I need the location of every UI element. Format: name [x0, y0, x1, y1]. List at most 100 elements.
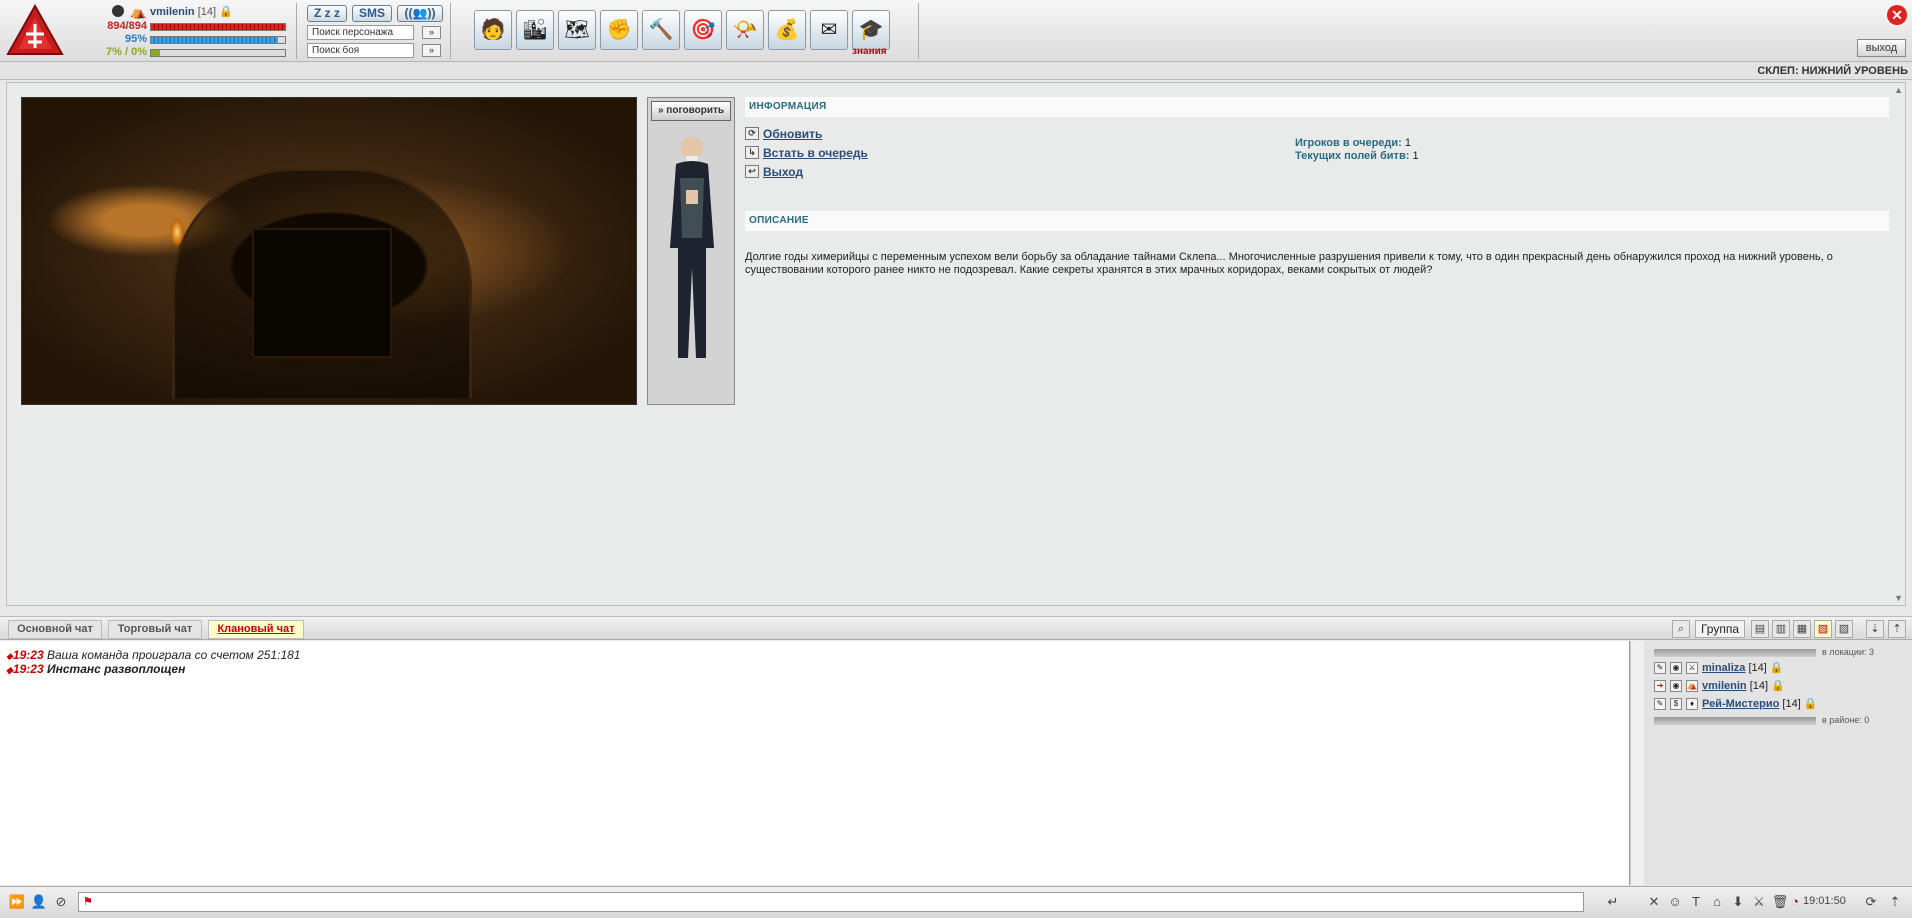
exit-icon: ↩	[745, 165, 759, 178]
clear-icon[interactable]: ✕	[1645, 893, 1663, 911]
knowledge-icon[interactable]: 🎓	[852, 10, 890, 50]
main-panel: » поговорить ИНФОРМАЦИЯ ⟳ Обновить ↳ Встат…	[6, 82, 1906, 606]
swords-icon[interactable]: ⚔	[1750, 893, 1768, 911]
target-icon[interactable]: 🎯	[684, 10, 722, 50]
search-player-go-button[interactable]: »	[422, 26, 441, 39]
user-level: [14]	[197, 6, 217, 18]
hp-bar	[150, 23, 286, 31]
refresh-link[interactable]: ⟳ Обновить	[745, 127, 822, 141]
scroll-down-icon[interactable]: ▼	[1894, 593, 1903, 603]
lock-icon[interactable]: ⌂	[1708, 893, 1726, 911]
private-msg-icon[interactable]: ✎	[1654, 662, 1666, 675]
race-icon: ♦	[1686, 698, 1698, 711]
player-level: [14]	[1749, 680, 1769, 692]
torch-icon	[170, 218, 184, 246]
mana-bar	[150, 36, 286, 44]
queue-label: Игроков в очереди:	[1295, 137, 1402, 149]
tab-trade-chat[interactable]: Торговый чат	[108, 620, 202, 639]
search-icon[interactable]: ⌕	[1672, 620, 1690, 638]
player-name[interactable]: Рей-Мистерио	[1702, 698, 1779, 710]
game-logo-icon[interactable]	[6, 4, 64, 58]
search-fight-go-button[interactable]: »	[422, 44, 441, 57]
horn-icon[interactable]: 📯	[726, 10, 764, 50]
chat-text: Ваша команда проиграла со счетом 251:181	[46, 648, 301, 662]
chat-scrollbar[interactable]	[1630, 641, 1644, 885]
smiley-icon[interactable]: ☺	[1666, 893, 1684, 911]
private-msg-icon[interactable]: ✎	[1654, 698, 1666, 711]
race-icon: ⚔	[1686, 662, 1698, 675]
block-icon[interactable]: ⊘	[52, 893, 70, 911]
crypt-door	[252, 228, 392, 358]
exit-button[interactable]: выход	[1857, 39, 1906, 57]
npc-panel: » поговорить	[647, 97, 735, 405]
translit-icon[interactable]: T	[1687, 893, 1705, 911]
description-header: ОПИСАНИЕ	[745, 211, 1889, 231]
status-icon: ◉	[1670, 662, 1682, 675]
top-bar: ⛺ vmilenin [14] 🔒 894/894 95% 7% / 0% Z …	[0, 0, 1912, 62]
filter-icon[interactable]: ▥	[1772, 620, 1790, 638]
chat-input[interactable]: ⚑	[78, 892, 1584, 912]
save-icon[interactable]: ⬇	[1729, 893, 1747, 911]
player-name[interactable]: vmilenin	[1702, 680, 1747, 692]
close-icon[interactable]: ✕	[1887, 5, 1907, 25]
exp-label: 7% / 0%	[106, 46, 147, 58]
crafting-icon[interactable]: 🔨	[642, 10, 680, 50]
sms-button[interactable]: SMS	[352, 5, 392, 22]
refresh-icon: ⟳	[745, 127, 759, 140]
knowledge-label: знания	[852, 46, 887, 57]
money-icon[interactable]: 💰	[768, 10, 806, 50]
exit-label[interactable]: Выход	[763, 165, 803, 179]
divider	[296, 3, 297, 59]
filter-icon[interactable]: ▤	[1751, 620, 1769, 638]
scroll-up-icon[interactable]: ▲	[1894, 85, 1903, 95]
character-icon[interactable]: 🧑	[474, 10, 512, 50]
join-queue-link[interactable]: ↳ Встать в очередь	[745, 146, 868, 160]
filter-icon[interactable]: ▧	[1814, 620, 1832, 638]
app-window: ⛺ vmilenin [14] 🔒 894/894 95% 7% / 0% Z …	[0, 0, 1912, 918]
user-info: vmilenin [14] 🔒	[150, 5, 233, 18]
queue-value: 1	[1404, 137, 1412, 149]
player-list: в локации: 3 ✎ ◉ ⚔ minaliza [14] 🔒 ➔ ◉ ⛺ vmile…	[1644, 641, 1912, 885]
user-icon[interactable]: 👤	[30, 893, 48, 911]
tab-clan-chat[interactable]: Клановый чат	[208, 620, 304, 639]
mail-icon[interactable]: ✉	[810, 10, 848, 50]
scroll-up-icon[interactable]: ⇡	[1886, 893, 1904, 911]
divider	[918, 3, 919, 59]
tab-main-chat[interactable]: Основной чат	[8, 620, 102, 639]
fields-stat: Текущих полей битв: 1	[1295, 150, 1419, 162]
filter-icon[interactable]: ▨	[1835, 620, 1853, 638]
search-player-input[interactable]: Поиск персонажа	[307, 25, 414, 40]
enter-icon[interactable]: ↵	[1604, 893, 1622, 911]
player-name[interactable]: minaliza	[1702, 662, 1745, 674]
refresh-icon[interactable]: ⟳	[1862, 893, 1880, 911]
queue-stat: Игроков в очереди: 1	[1295, 137, 1411, 149]
clock: 19:01:50	[1803, 895, 1846, 907]
fast-forward-icon[interactable]: ⏩	[8, 893, 26, 911]
city-icon[interactable]: 🏙	[516, 10, 554, 50]
friends-button[interactable]: ((👥))	[397, 5, 443, 22]
talk-button[interactable]: » поговорить	[651, 101, 731, 121]
chat-time[interactable]: 19:23	[13, 662, 44, 676]
username[interactable]: vmilenin	[150, 6, 195, 18]
filter-icon[interactable]: ▦	[1793, 620, 1811, 638]
sleep-button[interactable]: Z z z	[307, 5, 347, 22]
npc-portrait[interactable]	[656, 128, 728, 368]
map-icon[interactable]: 🗺	[558, 10, 596, 50]
chat-time[interactable]: 19:23	[13, 648, 44, 662]
clock-icon: ◔	[1791, 894, 1799, 909]
scroll-up-icon[interactable]: ⇡	[1888, 620, 1906, 638]
arrow-icon[interactable]: ➔	[1654, 680, 1666, 693]
location-image	[21, 97, 637, 405]
status-icon[interactable]	[112, 5, 124, 17]
exit-link[interactable]: ↩ Выход	[745, 165, 803, 179]
search-fight-input[interactable]: Поиск боя	[307, 43, 414, 58]
refresh-label[interactable]: Обновить	[763, 127, 822, 141]
player-row: ➔ ◉ ⛺ vmilenin [14] 🔒	[1654, 679, 1785, 694]
group-button[interactable]: Группа	[1695, 620, 1745, 638]
bottom-bar: ⏩ 👤 ⊘ ⚑ ↵ ✕ ☺ T ⌂ ⬇ ⚔ 🗑 ◔ 19:01:50 ⟳ ⇡	[0, 886, 1912, 918]
lock-icon: 🔒	[219, 6, 233, 18]
diamond-icon: ◆	[6, 665, 13, 675]
scroll-down-icon[interactable]: ⇣	[1866, 620, 1884, 638]
join-queue-label[interactable]: Встать в очередь	[763, 146, 868, 160]
fist-icon[interactable]: ✊	[600, 10, 638, 50]
